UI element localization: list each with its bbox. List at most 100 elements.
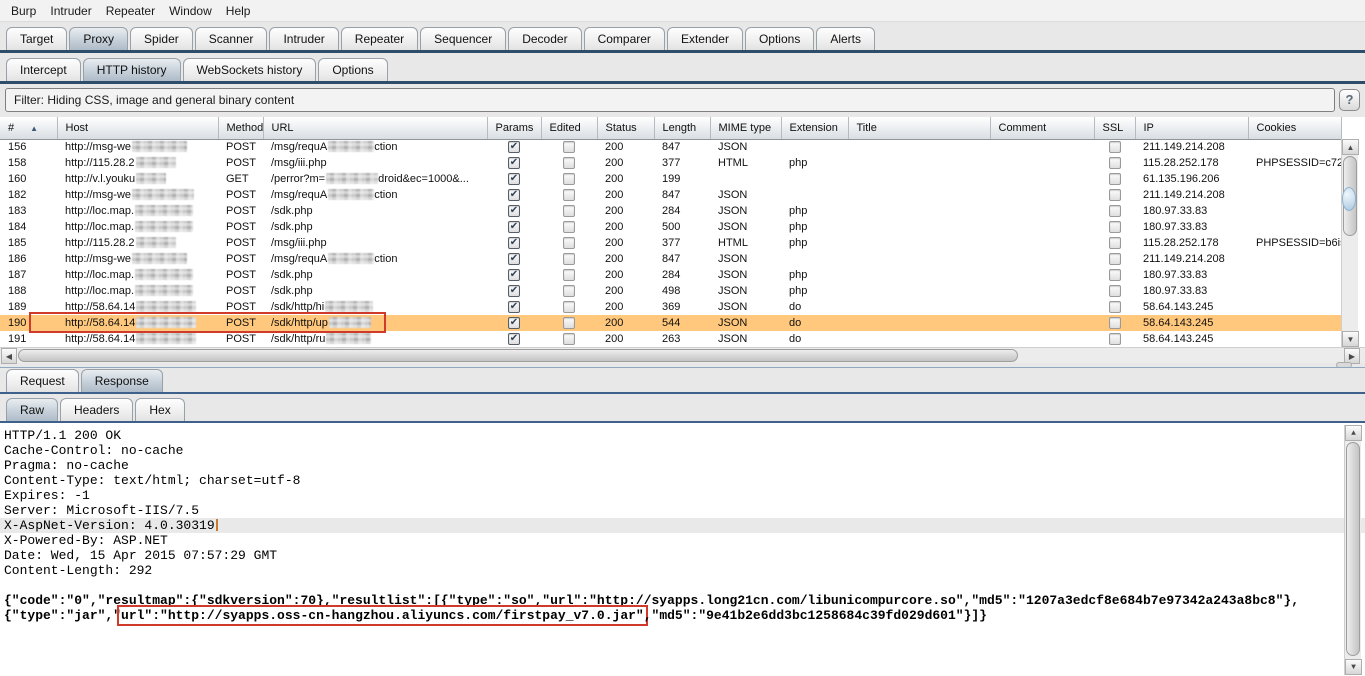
- history-row-160[interactable]: 160http://v.l.youkuGET/perror?m=droid&ec…: [0, 171, 1341, 187]
- tab-decoder[interactable]: Decoder: [508, 27, 581, 50]
- scroll-up-icon[interactable]: ▲: [1342, 139, 1359, 155]
- menu-item-window[interactable]: Window: [162, 2, 219, 20]
- tab-response[interactable]: Response: [81, 369, 163, 392]
- column-header-url[interactable]: URL: [263, 117, 487, 139]
- cell-host: http://loc.map.: [57, 267, 218, 283]
- tab-sequencer[interactable]: Sequencer: [420, 27, 506, 50]
- help-button[interactable]: ?: [1339, 89, 1360, 111]
- history-row-184[interactable]: 184http://loc.map.POST/sdk.php200500JSON…: [0, 219, 1341, 235]
- ssl-checkbox: [1109, 301, 1121, 313]
- history-row-191[interactable]: 191http://58.64.14POST/sdk/http/ru200263…: [0, 331, 1341, 347]
- column-header-host[interactable]: Host: [57, 117, 218, 139]
- scroll-up-icon[interactable]: ▲: [1345, 425, 1362, 441]
- tab-options[interactable]: Options: [745, 27, 814, 50]
- cell-ip: 58.64.143.245: [1135, 331, 1248, 347]
- response-vertical-scrollbar[interactable]: ▲ ▼: [1344, 425, 1361, 675]
- url-text: /sdk/http/hi: [271, 301, 324, 313]
- column-header-cookies[interactable]: Cookies: [1248, 117, 1341, 139]
- tab-underline: [0, 81, 1365, 84]
- column-header-title[interactable]: Title: [848, 117, 990, 139]
- history-row-186[interactable]: 186http://msg-wePOST/msg/requAction20084…: [0, 251, 1341, 267]
- tab-hex[interactable]: Hex: [135, 398, 184, 421]
- filter-bar[interactable]: Filter: Hiding CSS, image and general bi…: [5, 88, 1335, 112]
- method-text: POST: [226, 141, 256, 153]
- tab-http-history[interactable]: HTTP history: [83, 58, 181, 81]
- history-row-187[interactable]: 187http://loc.map.POST/sdk.php200284JSON…: [0, 267, 1341, 283]
- column-header-status[interactable]: Status: [597, 117, 654, 139]
- ssl-checkbox: [1109, 253, 1121, 265]
- column-header-params[interactable]: Params: [487, 117, 541, 139]
- tab-proxy[interactable]: Proxy: [69, 27, 128, 50]
- tab-extender[interactable]: Extender: [667, 27, 743, 50]
- table-horizontal-scrollbar[interactable]: ◀ ▶: [0, 347, 1365, 363]
- cell-length-text: 199: [662, 173, 680, 185]
- cell-status-text: 200: [605, 221, 623, 233]
- column-header-mime-type[interactable]: MIME type: [710, 117, 781, 139]
- burp-suite-window: BurpIntruderRepeaterWindowHelp TargetPro…: [0, 0, 1365, 676]
- column-header-[interactable]: #▲: [0, 117, 57, 139]
- history-row-185[interactable]: 185http://115.28.2POST/msg/iii.php200377…: [0, 235, 1341, 251]
- history-row-158[interactable]: 158http://115.28.2POST/msg/iii.php200377…: [0, 155, 1341, 171]
- history-row-189[interactable]: 189http://58.64.14POST/sdk/http/hi200369…: [0, 299, 1341, 315]
- cell-host: http://v.l.youku: [57, 171, 218, 187]
- ip-text: 180.97.33.83: [1143, 269, 1207, 281]
- scroll-left-icon[interactable]: ◀: [1, 348, 17, 364]
- history-row-190[interactable]: 190http://58.64.14POST/sdk/http/up200544…: [0, 315, 1341, 331]
- menu-item-help[interactable]: Help: [219, 2, 258, 20]
- cell-method: POST: [218, 251, 263, 267]
- ip-text: 211.149.214.208: [1143, 141, 1225, 153]
- tab-intruder[interactable]: Intruder: [269, 27, 338, 50]
- tab-scanner[interactable]: Scanner: [195, 27, 268, 50]
- tab-headers[interactable]: Headers: [60, 398, 133, 421]
- column-header-length[interactable]: Length: [654, 117, 710, 139]
- cell-params: [487, 155, 541, 171]
- scroll-thumb-grip[interactable]: [1342, 187, 1356, 211]
- cell-mime-type-text: JSON: [718, 301, 747, 313]
- menu-item-burp[interactable]: Burp: [4, 2, 43, 20]
- cell-mime-type: JSON: [710, 139, 781, 155]
- history-row-183[interactable]: 183http://loc.map.POST/sdk.php200284JSON…: [0, 203, 1341, 219]
- cell-extension: php: [781, 219, 848, 235]
- cell-status: 200: [597, 203, 654, 219]
- history-row-182[interactable]: 182http://msg-wePOST/msg/requAction20084…: [0, 187, 1341, 203]
- tab-repeater[interactable]: Repeater: [341, 27, 418, 50]
- cell-title: [848, 251, 990, 267]
- scroll-down-icon[interactable]: ▼: [1345, 659, 1362, 675]
- params-checkbox: [508, 333, 520, 345]
- tab-intercept[interactable]: Intercept: [6, 58, 81, 81]
- tab-target[interactable]: Target: [6, 27, 67, 50]
- response-scroll-thumb[interactable]: [1346, 442, 1360, 656]
- redacted-patch: [136, 301, 196, 312]
- row-number: 156: [8, 141, 26, 153]
- menu-item-intruder[interactable]: Intruder: [43, 2, 98, 20]
- table-vertical-scrollbar[interactable]: ▲ ▼: [1341, 139, 1358, 347]
- history-row-188[interactable]: 188http://loc.map.POST/sdk.php200498JSON…: [0, 283, 1341, 299]
- tab-spider[interactable]: Spider: [130, 27, 193, 50]
- column-header-edited[interactable]: Edited: [541, 117, 597, 139]
- cell-host: http://loc.map.: [57, 219, 218, 235]
- cell-params: [487, 139, 541, 155]
- tab-websockets-history[interactable]: WebSockets history: [183, 58, 317, 81]
- column-header-method[interactable]: Method: [218, 117, 263, 139]
- response-viewer[interactable]: HTTP/1.1 200 OKCache-Control: no-cachePr…: [0, 423, 1365, 676]
- tab-comparer[interactable]: Comparer: [584, 27, 665, 50]
- menu-item-repeater[interactable]: Repeater: [99, 2, 162, 20]
- history-row-156[interactable]: 156http://msg-wePOST/msg/requAction20084…: [0, 139, 1341, 155]
- cell-url: /perror?m=droid&ec=1000&...: [263, 171, 487, 187]
- column-header-ip[interactable]: IP: [1135, 117, 1248, 139]
- tab-request[interactable]: Request: [6, 369, 79, 392]
- cell-params: [487, 299, 541, 315]
- scroll-down-icon[interactable]: ▼: [1342, 331, 1359, 347]
- tab-raw[interactable]: Raw: [6, 398, 58, 421]
- cell-cookies: [1248, 331, 1341, 347]
- cell-length-text: 263: [662, 333, 680, 345]
- message-view-tab-bar: RawHeadersHex: [0, 394, 1365, 421]
- tab-alerts[interactable]: Alerts: [816, 27, 875, 50]
- column-header-ssl[interactable]: SSL: [1094, 117, 1135, 139]
- sort-ascending-icon: ▲: [30, 124, 38, 133]
- column-header-comment[interactable]: Comment: [990, 117, 1094, 139]
- tab-options[interactable]: Options: [318, 58, 387, 81]
- column-header-extension[interactable]: Extension: [781, 117, 848, 139]
- table-hscroll-thumb[interactable]: [18, 349, 1018, 362]
- edited-checkbox: [563, 269, 575, 281]
